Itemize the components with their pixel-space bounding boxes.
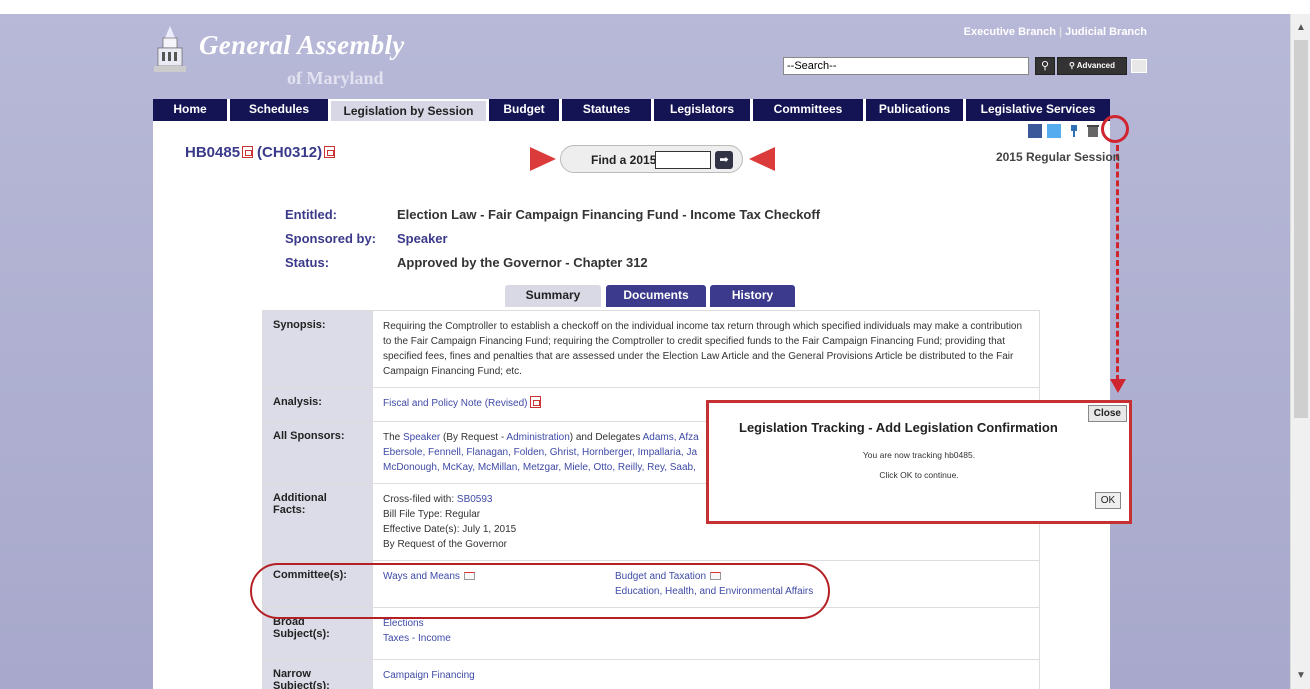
table-row: Narrow Subject(s): Campaign Financing xyxy=(262,659,1040,689)
narrow-subject-link[interactable]: Campaign Financing xyxy=(383,670,475,681)
annotation-oval xyxy=(250,563,830,619)
nav-legislators[interactable]: Legislators xyxy=(654,99,750,121)
nav-committees[interactable]: Committees xyxy=(753,99,863,121)
site-title[interactable]: General Assembly xyxy=(199,30,405,61)
narrow-subject-label: Narrow Subject(s): xyxy=(262,659,373,689)
advanced-search-icon: ⚲ xyxy=(1068,61,1077,70)
chapter-link[interactable]: (CH0312) xyxy=(257,144,322,161)
sponsors-text: (By Request - xyxy=(440,432,507,443)
sponsor-administration-link[interactable]: Administration xyxy=(506,432,569,443)
trash-icon[interactable] xyxy=(1086,124,1100,138)
pin-track-icon[interactable] xyxy=(1066,124,1081,138)
entitled-value: Election Law - Fair Campaign Financing F… xyxy=(397,207,821,222)
sponsor-delegates-links[interactable]: Adams, Afza xyxy=(643,432,699,443)
search-input[interactable] xyxy=(783,57,1029,75)
fiscal-note-link[interactable]: Fiscal and Policy Note (Revised) xyxy=(383,398,528,409)
annotation-circle xyxy=(1101,115,1129,143)
sponsors-text: ) and Delegates xyxy=(569,432,643,443)
judicial-branch-link[interactable]: Judicial Branch xyxy=(1065,26,1147,38)
advanced-search-label: Advanced xyxy=(1076,61,1116,70)
status-row: Status: Approved by the Governor - Chapte… xyxy=(285,255,820,279)
annotation-arrow-right xyxy=(530,147,556,171)
annotation-dashed-line xyxy=(1116,145,1119,381)
dialog-close-button[interactable]: Close xyxy=(1087,405,1127,422)
dialog-message: Click OK to continue. xyxy=(879,470,959,480)
nav-legislation-by-session[interactable]: Legislation by Session xyxy=(331,99,486,121)
advanced-search-button[interactable]: ⚲ Advanced xyxy=(1057,57,1127,75)
annotation-arrow-left xyxy=(749,147,775,171)
crossfiled-label: Cross-filed with: xyxy=(383,494,457,505)
nav-schedules[interactable]: Schedules xyxy=(230,99,328,121)
bill-number-heading: HB0485 (CH0312) xyxy=(185,144,339,161)
arrow-right-icon: ➡ xyxy=(719,154,729,166)
tab-history[interactable]: History xyxy=(710,285,795,307)
twitter-icon[interactable] xyxy=(1047,124,1062,138)
sponsored-row: Sponsored by: Speaker xyxy=(285,231,820,255)
scroll-down-icon[interactable]: ▼ xyxy=(1296,670,1306,681)
narrow-subject-cell: Campaign Financing xyxy=(372,659,1040,689)
find-bill-go-button[interactable]: ➡ xyxy=(715,151,733,169)
tab-documents[interactable]: Documents xyxy=(606,285,706,307)
table-row: Synopsis: Requiring the Comptroller to e… xyxy=(262,310,1040,388)
session-label: 2015 Regular Session xyxy=(995,150,1120,164)
branch-links: Executive Branch | Judicial Branch xyxy=(964,26,1147,38)
dialog-ok-button[interactable]: OK xyxy=(1095,492,1121,509)
sponsors-text: The xyxy=(383,432,404,443)
tab-summary[interactable]: Summary xyxy=(505,285,601,307)
broad-subject-link[interactable]: Taxes - Income xyxy=(383,631,1029,646)
facebook-icon[interactable] xyxy=(1027,124,1042,138)
effective-date-line: Effective Date(s): July 1, 2015 xyxy=(383,524,517,535)
synopsis-text: Requiring the Comptroller to establish a… xyxy=(372,310,1040,388)
annotation-arrow-head xyxy=(1110,379,1126,393)
facts-label: Additional Facts: xyxy=(262,483,373,561)
social-icons xyxy=(1026,124,1100,140)
sponsor-link[interactable]: Speaker xyxy=(397,231,448,246)
bill-meta: Entitled: Election Law - Fair Campaign Fi… xyxy=(285,207,820,279)
synopsis-label: Synopsis: xyxy=(262,310,373,388)
nav-statutes[interactable]: Statutes xyxy=(562,99,651,121)
print-icon[interactable] xyxy=(1131,59,1147,73)
nav-home[interactable]: Home xyxy=(153,99,227,121)
search-icon: ⚲ xyxy=(1040,60,1050,72)
entitled-row: Entitled: Election Law - Fair Campaign Fi… xyxy=(285,207,820,231)
scroll-up-icon[interactable]: ▲ xyxy=(1296,22,1306,33)
branch-link-separator: | xyxy=(1059,26,1063,38)
sponsor-speaker-link[interactable]: Speaker xyxy=(403,432,440,443)
search-button[interactable]: ⚲ xyxy=(1035,57,1055,75)
find-bill-box: Find a 2015 Bill: ➡ xyxy=(560,145,743,173)
window-top-edge xyxy=(0,0,1310,14)
nav-publications[interactable]: Publications xyxy=(866,99,963,121)
analysis-label: Analysis: xyxy=(262,387,373,422)
site-subtitle: of Maryland xyxy=(287,68,384,88)
main-nav: Home Schedules Legislation by Session Bu… xyxy=(153,99,1110,121)
tracking-confirmation-dialog: Legislation Tracking - Add Legislation C… xyxy=(706,400,1132,524)
nav-budget[interactable]: Budget xyxy=(489,99,559,121)
sponsored-label: Sponsored by: xyxy=(285,231,377,246)
bill-number-link[interactable]: HB0485 xyxy=(185,144,240,161)
status-value: Approved by the Governor - Chapter 312 xyxy=(397,255,648,270)
dialog-title: Legislation Tracking - Add Legislation C… xyxy=(739,420,1058,435)
request-line: By Request of the Governor xyxy=(383,539,507,550)
executive-branch-link[interactable]: Executive Branch xyxy=(964,26,1056,38)
scroll-thumb[interactable] xyxy=(1294,40,1308,418)
vertical-scrollbar[interactable]: ▲ ▼ xyxy=(1290,14,1310,689)
crossfiled-link[interactable]: SB0593 xyxy=(457,494,493,505)
state-house-logo[interactable] xyxy=(153,24,187,74)
browser-viewport: General Assembly of Maryland Executive B… xyxy=(0,0,1310,689)
nav-legislative-services[interactable]: Legislative Services xyxy=(966,99,1110,121)
pdf-icon[interactable] xyxy=(324,146,336,159)
find-bill-input[interactable] xyxy=(655,151,711,169)
pdf-icon[interactable] xyxy=(242,146,254,159)
pdf-icon[interactable] xyxy=(529,396,541,409)
dialog-message: You are now tracking hb0485. xyxy=(862,450,976,460)
status-label: Status: xyxy=(285,255,330,270)
sponsors-label: All Sponsors: xyxy=(262,421,373,484)
entitled-label: Entitled: xyxy=(285,207,337,222)
